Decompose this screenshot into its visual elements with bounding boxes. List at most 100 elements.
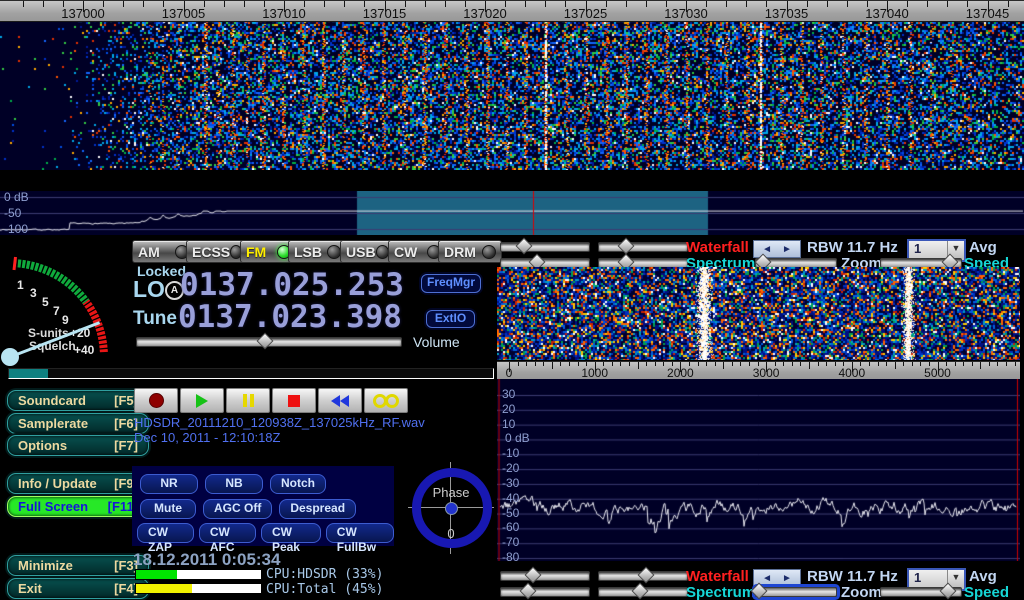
rewind-button[interactable] [318,388,362,413]
scale-tick [980,362,981,369]
pause-icon [243,394,247,407]
db-scale-label: 0 dB [505,431,530,445]
mode-led [376,245,389,259]
scale-tick [835,362,836,366]
waterfall-contrast-slider-2[interactable] [500,571,590,581]
volume-slider-thumb[interactable] [256,333,273,350]
stop-button[interactable] [272,388,316,413]
phase-label: Phase [433,485,470,500]
main-waterfall-display[interactable] [0,0,1024,170]
cw-afc-button[interactable]: CW AFC [199,523,256,543]
scale-tick [123,1,124,7]
lo-label: LO [133,276,165,303]
info-update-button[interactable]: Info / Update[F9] [7,473,149,494]
mode-ecss-button[interactable]: ECSS [186,240,248,263]
cpu-total-label: CPU:Total (45%) [266,582,383,597]
scale-tick [740,362,741,366]
mode-usb-button[interactable]: USB [340,240,395,263]
extio-button[interactable]: ExtIO [426,310,475,328]
scale-tick [826,362,827,366]
soundcard-button[interactable]: Soundcard[F5] [7,390,149,411]
scale-tick [612,362,613,366]
right-arrow-icon[interactable]: ► [782,573,792,584]
cw-zap-button[interactable]: CW ZAP [137,523,194,543]
rf-frequency-scale[interactable]: 010002000300040005000 [497,361,1020,380]
rf-spectrum-canvas[interactable] [497,379,1020,561]
mode-lsb-button[interactable]: LSB [288,240,347,263]
pause-button[interactable] [226,388,270,413]
volume-slider[interactable] [136,337,402,347]
mute-button[interactable]: Mute [140,499,196,519]
exit-button[interactable]: Exit[F4] [7,578,149,599]
db-scale-label: -60 [502,520,519,534]
cw-peak-button[interactable]: CW Peak [261,523,321,543]
mode-drm-button[interactable]: DRM [438,240,502,263]
scale-tick [972,362,973,366]
rf-waterfall-display[interactable] [497,267,1020,360]
record-button[interactable] [134,388,178,413]
scale-tick [445,1,446,7]
waterfall-brightness-slider-2[interactable] [598,571,688,581]
samplerate-button[interactable]: Samplerate[F6] [7,413,149,434]
dsp-panel: NR NB Notch Mute AGC Off Despread CW ZAP… [132,466,394,546]
volume-label: Volume [413,334,460,350]
scale-tick [655,362,656,366]
scale-tick [425,1,426,7]
db-scale-label: -20 [502,461,519,475]
main-spectrum-canvas[interactable] [0,191,1024,235]
scale-tick [912,362,913,366]
lo-frequency-display[interactable]: 0137.025.253 [180,267,404,303]
freqmgr-button[interactable]: FreqMgr [421,274,481,293]
main-frequency-scale[interactable]: 1370001370051370101370151370201370251370… [0,0,1024,22]
despread-button[interactable]: Despread [279,499,356,519]
cw-fullbw-button[interactable]: CW FullBw [326,523,394,543]
nr-button[interactable]: NR [140,474,198,494]
frequency-tick-label: 0 [506,366,513,380]
scale-tick [526,362,527,366]
play-button[interactable] [180,388,224,413]
button-label: Samplerate [18,416,88,431]
frequency-tick-label: 137030 [664,6,707,21]
left-arrow-icon[interactable]: ◄ [762,573,772,584]
scale-tick [963,362,964,366]
zoom-slider-2[interactable] [755,587,837,597]
spectrum-range-slider-2[interactable] [500,587,590,597]
phase-dot [445,502,458,515]
agc-off-button[interactable]: AGC Off [203,499,272,519]
frequency-tick-label: 1000 [581,366,608,380]
db-scale-label: 0 dB [4,190,29,204]
squelch-marker[interactable] [14,257,16,270]
waterfall-contrast-slider[interactable] [500,242,590,252]
scale-tick [920,362,921,366]
options-button[interactable]: Options[F7] [7,435,149,456]
avg-label: Avg [969,239,997,256]
waterfall-brightness-slider[interactable] [598,242,688,252]
db-scale-label: -50 [4,206,21,220]
loop-button[interactable] [364,388,408,413]
main-spectrum-display[interactable]: 0 dB -50 -100 [0,191,1024,235]
left-arrow-icon[interactable]: ◄ [762,244,772,255]
scale-tick [646,362,647,366]
minimize-button[interactable]: Minimize[F3] [7,555,149,576]
frequency-tick-label: 3000 [753,366,780,380]
db-scale-label: -40 [502,491,519,505]
rbw-label: RBW 11.7 Hz [807,239,898,256]
play-icon [196,394,208,408]
spectrum-offset-slider-2[interactable] [598,587,688,597]
notch-button[interactable]: Notch [270,474,326,494]
buffer-bar [8,368,494,379]
tune-frequency-display[interactable]: 0137.023.398 [178,299,402,335]
smeter-tick-label: 1 [17,278,24,292]
nb-button[interactable]: NB [205,474,263,494]
right-arrow-icon[interactable]: ► [782,244,792,255]
db-scale-label: -100 [4,222,28,236]
scale-tick [783,362,784,366]
mode-label: USB [346,244,376,260]
scale-tick [545,1,546,7]
scale-tick [224,1,225,7]
mode-label: ECSS [192,244,230,260]
db-scale-label: -70 [502,535,519,549]
rf-spectrum-display[interactable]: 3020100 dB-10-20-30-40-50-60-70-80 [497,379,1020,561]
fullscreen-button[interactable]: Full Screen[F11] [7,496,149,517]
speed-slider-2[interactable] [880,587,962,597]
